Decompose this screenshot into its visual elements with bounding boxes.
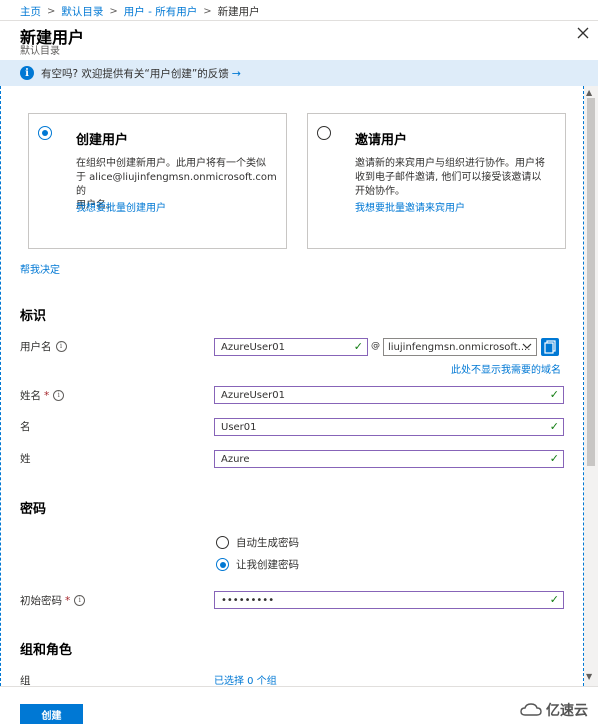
invite-user-desc-line: 收到电子邮件邀请, 他们可以接受该邀请以 xyxy=(355,172,542,183)
username-label-text: 用户名 xyxy=(20,341,52,353)
manual-password-radio[interactable] xyxy=(216,558,229,571)
info-icon[interactable]: i xyxy=(55,341,67,352)
breadcrumb-users-link[interactable]: 用户 - 所有用户 xyxy=(124,4,197,19)
first-name-input[interactable]: User01 ✓ xyxy=(214,418,564,436)
checkmark-icon: ✓ xyxy=(353,340,363,353)
page-subtitle: 默认目录 xyxy=(20,46,60,57)
breadcrumb-directory-link[interactable]: 默认目录 xyxy=(61,4,103,19)
username-value: AzureUser01 xyxy=(221,341,285,353)
username-input[interactable]: AzureUser01 ✓ xyxy=(214,338,368,356)
breadcrumb-separator: > xyxy=(47,5,56,17)
username-label: 用户名 i xyxy=(20,339,67,354)
create-user-desc-line: 于 alice@liujinfengmsn.onmicrosoft.com 的 xyxy=(76,172,277,197)
initial-password-label: 初始密码 * i xyxy=(20,593,86,608)
auto-password-option[interactable]: 自动生成密码 xyxy=(216,535,299,550)
feedback-banner-text: 有空吗? 欢迎提供有关“用户创建”的反馈 xyxy=(41,67,229,80)
groups-section-title: 组和角色 xyxy=(20,643,73,658)
close-icon[interactable] xyxy=(576,26,590,40)
last-name-value: Azure xyxy=(221,453,250,465)
feedback-banner[interactable]: i 有空吗? 欢迎提供有关“用户创建”的反馈 → xyxy=(0,60,598,86)
domain-value: liujinfengmsn.onmicrosoft.... xyxy=(388,341,531,353)
auto-password-label: 自动生成密码 xyxy=(236,537,299,549)
invite-user-description: 邀请新的来宾用户与组织进行协作。用户将 收到电子邮件邀请, 他们可以接受该邀请以… xyxy=(355,157,545,199)
required-marker: * xyxy=(65,594,71,607)
invite-user-desc-line: 开始协作。 xyxy=(355,186,405,197)
manual-password-option[interactable]: 让我创建密码 xyxy=(216,557,299,572)
checkmark-icon: ✓ xyxy=(549,593,559,606)
name-label: 姓名 * i xyxy=(20,388,65,403)
bulk-create-link[interactable]: 我想要批量创建用户 xyxy=(76,199,166,214)
info-icon[interactable]: i xyxy=(74,595,86,606)
scroll-down-icon[interactable]: ▼ xyxy=(586,672,592,681)
required-marker: * xyxy=(44,389,50,402)
footer-bar xyxy=(0,686,598,725)
breadcrumb-home-link[interactable]: 主页 xyxy=(20,4,41,19)
watermark-logo: 亿速云 xyxy=(520,700,588,720)
first-name-label-text: 名 xyxy=(20,421,31,433)
breadcrumb: 主页 > 默认目录 > 用户 - 所有用户 > 新建用户 xyxy=(20,3,260,19)
last-name-input[interactable]: Azure ✓ xyxy=(214,450,564,468)
create-button[interactable]: 创建 xyxy=(20,704,83,724)
last-name-label: 姓 xyxy=(20,451,31,466)
initial-password-input[interactable]: ••••••••• ✓ xyxy=(214,591,564,609)
name-value: AzureUser01 xyxy=(221,389,285,401)
domain-missing-link[interactable]: 此处不显示我需要的域名 xyxy=(451,361,561,376)
group-select-link[interactable]: 已选择 0 个组 xyxy=(214,672,277,687)
first-name-value: User01 xyxy=(221,421,257,433)
invite-user-desc-line: 邀请新的来宾用户与组织进行协作。用户将 xyxy=(355,158,545,169)
help-decide-link[interactable]: 帮我决定 xyxy=(20,261,60,276)
breadcrumb-separator: > xyxy=(109,5,118,17)
scroll-up-icon[interactable]: ▲ xyxy=(586,88,592,97)
create-user-desc-line: 在组织中创建新用户。此用户将有一个类似 xyxy=(76,158,266,169)
auto-password-radio[interactable] xyxy=(216,536,229,549)
breadcrumb-separator: > xyxy=(203,5,212,17)
password-section-title: 密码 xyxy=(20,502,47,517)
domain-select[interactable]: liujinfengmsn.onmicrosoft.... xyxy=(383,338,537,356)
watermark-text: 亿速云 xyxy=(546,703,588,719)
bulk-invite-link[interactable]: 我想要批量邀请来宾用户 xyxy=(355,199,465,214)
last-name-label-text: 姓 xyxy=(20,453,31,465)
scrollbar-thumb[interactable] xyxy=(587,98,595,466)
info-icon: i xyxy=(20,66,34,80)
cloud-logo-icon xyxy=(520,703,542,716)
initial-password-label-text: 初始密码 xyxy=(20,595,62,607)
header-divider xyxy=(0,20,598,21)
create-user-radio[interactable] xyxy=(38,126,52,140)
identity-section-title: 标识 xyxy=(20,309,47,324)
invite-user-card[interactable]: 邀请用户 邀请新的来宾用户与组织进行协作。用户将 收到电子邮件邀请, 他们可以接… xyxy=(307,113,566,249)
arrow-right-icon: → xyxy=(231,66,242,80)
invite-user-radio[interactable] xyxy=(317,126,331,140)
manual-password-label: 让我创建密码 xyxy=(236,559,299,571)
copy-icon[interactable] xyxy=(541,338,559,356)
create-user-title: 创建用户 xyxy=(76,133,129,148)
checkmark-icon: ✓ xyxy=(549,388,559,401)
at-sign: @ xyxy=(371,341,380,351)
invite-user-title: 邀请用户 xyxy=(355,133,408,148)
checkmark-icon: ✓ xyxy=(549,420,559,433)
first-name-label: 名 xyxy=(20,419,31,434)
info-icon[interactable]: i xyxy=(53,390,65,401)
create-user-card[interactable]: 创建用户 在组织中创建新用户。此用户将有一个类似 于 alice@liujinf… xyxy=(28,113,287,249)
chevron-down-icon xyxy=(522,341,532,354)
breadcrumb-current: 新建用户 xyxy=(217,5,260,18)
name-label-text: 姓名 xyxy=(20,390,41,402)
initial-password-value: ••••••••• xyxy=(221,594,275,606)
checkmark-icon: ✓ xyxy=(549,452,559,465)
name-input[interactable]: AzureUser01 ✓ xyxy=(214,386,564,404)
